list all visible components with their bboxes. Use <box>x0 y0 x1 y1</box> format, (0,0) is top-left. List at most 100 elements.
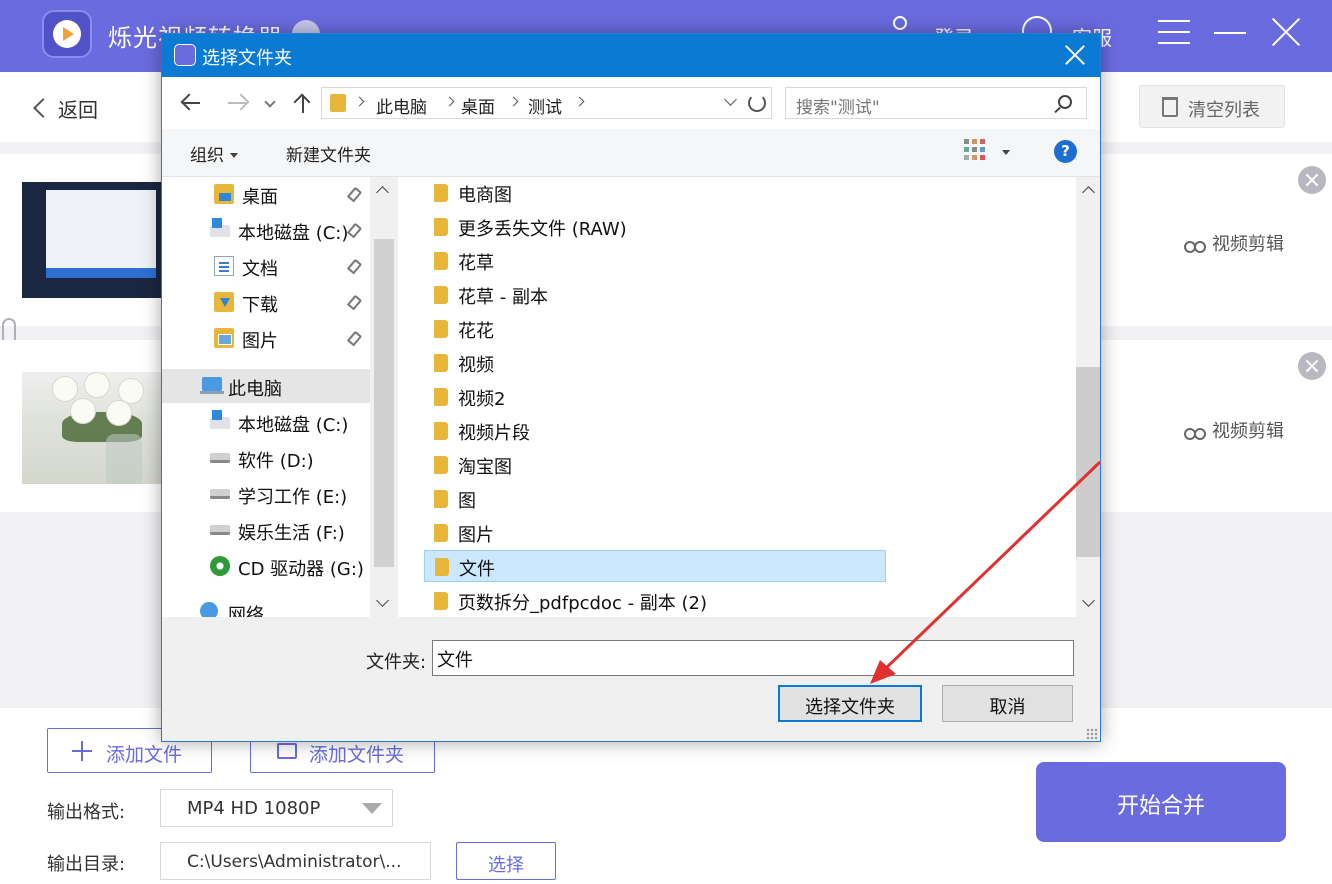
list-item[interactable]: 页数拆分_pdfpcdoc - 副本 (2) <box>424 585 886 617</box>
list-item[interactable]: 电商图 <box>424 177 886 209</box>
list-item[interactable]: 图 <box>424 483 886 515</box>
tree-item-documents[interactable]: 文档 <box>214 249 370 283</box>
tree-item-drive-e[interactable]: 学习工作 (E:) <box>210 477 370 511</box>
pin-icon[interactable] <box>346 222 363 239</box>
tree-item-pictures[interactable]: 图片 <box>214 321 370 355</box>
remove-item-icon[interactable] <box>1298 352 1326 380</box>
folder-icon <box>434 456 448 474</box>
minimize-icon[interactable] <box>1214 32 1246 34</box>
video-edit-button[interactable]: 视频剪辑 <box>1184 417 1284 443</box>
address-bar[interactable]: 此电脑 桌面 测试 <box>321 87 772 119</box>
dialog-title: 选择文件夹 <box>202 48 292 69</box>
dialog-close-icon[interactable] <box>1062 42 1088 68</box>
list-item[interactable]: 视频片段 <box>424 415 886 447</box>
scissors-icon <box>1184 233 1206 253</box>
folder-list-scrollbar-thumb[interactable] <box>1076 367 1100 557</box>
output-format-label: 输出格式: <box>47 802 126 823</box>
cancel-button[interactable]: 取消 <box>942 685 1073 722</box>
tree-item-downloads[interactable]: 下载 <box>214 285 370 319</box>
video-edit-label: 视频剪辑 <box>1212 421 1284 442</box>
drive-icon <box>210 489 230 499</box>
chevron-right-icon <box>444 96 455 107</box>
folder-name: 电商图 <box>458 185 512 206</box>
pin-icon[interactable] <box>346 258 363 275</box>
new-folder-button[interactable]: 新建文件夹 <box>286 141 371 166</box>
list-item[interactable]: 视频2 <box>424 381 886 413</box>
output-dir-field[interactable]: C:\Users\Administrator\... <box>160 842 431 880</box>
tree-item-label: 本地磁盘 (C:) <box>238 415 349 436</box>
tree-item-network[interactable]: 网络 <box>200 595 370 617</box>
output-format-select[interactable]: MP4 HD 1080P <box>160 789 393 827</box>
close-icon[interactable] <box>1270 16 1302 48</box>
tree-item-this-pc[interactable]: 此电脑 <box>162 369 370 403</box>
tree-item-local-disk-c[interactable]: 本地磁盘 (C:) <box>210 405 370 439</box>
folder-list: 电商图 更多丢失文件 (RAW) 花草 花草 - 副本 花花 视频 视频2 视频… <box>398 177 1076 617</box>
start-merge-button[interactable]: 开始合并 <box>1036 762 1286 842</box>
app-logo-icon <box>42 10 92 58</box>
view-caret-icon[interactable] <box>1002 150 1010 155</box>
list-item-selected[interactable]: 文件 <box>424 550 886 582</box>
remove-item-icon[interactable] <box>1298 166 1326 194</box>
windows-drive-icon <box>210 218 230 237</box>
list-item[interactable]: 花草 - 副本 <box>424 279 886 311</box>
drive-icon <box>210 453 230 463</box>
breadcrumb-item[interactable]: 此电脑 <box>376 93 427 118</box>
folder-icon <box>434 218 448 236</box>
pin-icon[interactable] <box>346 330 363 347</box>
dropdown-arrow-icon <box>362 803 382 814</box>
breadcrumb-item[interactable]: 桌面 <box>461 93 495 118</box>
list-item[interactable]: 图片 <box>424 517 886 549</box>
tree-item-cd-drive[interactable]: CD 驱动器 (G:) H <box>210 549 370 583</box>
list-item[interactable]: 花花 <box>424 313 886 345</box>
dialog-titlebar: 选择文件夹 <box>162 34 1100 77</box>
organize-menu[interactable]: 组织 <box>190 141 238 166</box>
tree-scrollbar-thumb[interactable] <box>374 239 394 567</box>
menu-icon[interactable] <box>1158 20 1190 44</box>
folder-name: 花草 - 副本 <box>458 287 548 308</box>
folder-name: 图片 <box>458 525 494 546</box>
video-edit-button[interactable]: 视频剪辑 <box>1184 230 1284 256</box>
refresh-icon[interactable] <box>748 94 766 112</box>
clear-list-button[interactable]: 清空列表 <box>1139 85 1285 128</box>
forward-arrow-icon[interactable] <box>226 92 248 114</box>
help-icon[interactable]: ? <box>1054 140 1077 163</box>
up-arrow-icon[interactable] <box>292 92 314 114</box>
folder-icon <box>434 320 448 338</box>
folder-name: 视频2 <box>458 389 506 410</box>
list-item[interactable]: 更多丢失文件 (RAW) <box>424 211 886 243</box>
tree-item-local-disk-c-quick[interactable]: 本地磁盘 (C:) <box>210 213 370 247</box>
folder-icon <box>434 592 448 610</box>
list-item[interactable]: 花草 <box>424 245 886 277</box>
list-item[interactable]: 淘宝图 <box>424 449 886 481</box>
pin-icon[interactable] <box>346 186 363 203</box>
address-dropdown-icon[interactable] <box>724 93 737 106</box>
documents-icon <box>214 256 234 276</box>
list-item[interactable]: 视频 <box>424 347 886 379</box>
folder-icon <box>435 558 449 576</box>
tree-item-label: 本地磁盘 (C:) <box>238 223 349 244</box>
view-options-icon[interactable] <box>964 139 986 161</box>
choose-dir-button[interactable]: 选择 <box>456 842 556 880</box>
folder-icon <box>434 422 448 440</box>
folder-icon <box>330 94 346 112</box>
folder-field-label: 文件夹: <box>366 652 427 673</box>
tree-item-label: 此电脑 <box>228 379 282 400</box>
resize-grip-icon[interactable] <box>1086 728 1098 740</box>
tree-item-drive-d[interactable]: 软件 (D:) <box>210 441 370 475</box>
folder-name-field[interactable]: 文件 <box>432 640 1074 676</box>
folder-name: 视频片段 <box>458 423 530 444</box>
tree-item-desktop[interactable]: 桌面 <box>214 177 370 211</box>
breadcrumb-item[interactable]: 测试 <box>528 93 562 118</box>
back-arrow-icon[interactable] <box>180 92 202 114</box>
search-input[interactable]: 搜索"测试" <box>785 87 1087 119</box>
network-icon <box>200 602 218 617</box>
tree-item-label: 图片 <box>242 331 278 352</box>
tree-item-drive-f[interactable]: 娱乐生活 (F:) <box>210 513 370 547</box>
folder-icon <box>434 354 448 372</box>
output-format-value: MP4 HD 1080P <box>187 798 321 819</box>
video-thumbnail <box>22 182 162 298</box>
select-folder-button[interactable]: 选择文件夹 <box>778 685 922 722</box>
tree-item-label: 下载 <box>242 295 278 316</box>
pin-icon[interactable] <box>346 294 363 311</box>
back-button[interactable]: 返回 <box>33 94 98 123</box>
